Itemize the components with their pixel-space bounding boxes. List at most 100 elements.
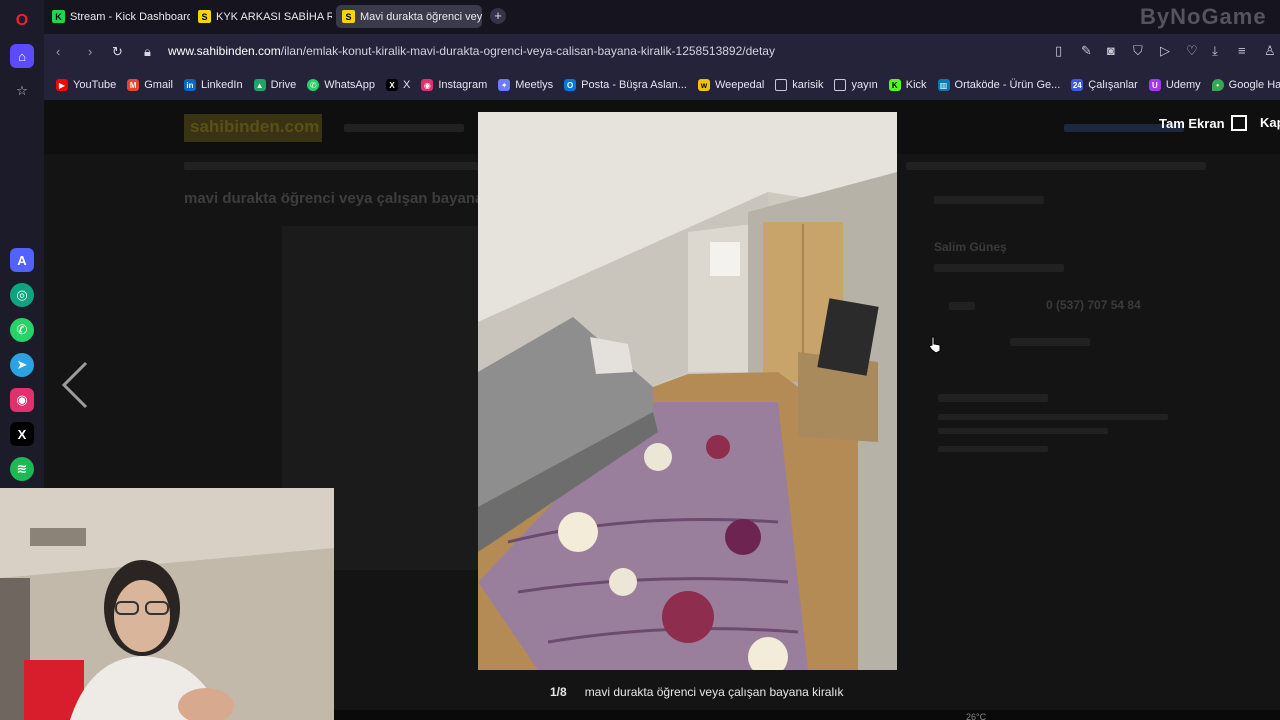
split-view-icon[interactable]: ▯	[1055, 43, 1062, 59]
edit-icon[interactable]: ✎	[1081, 43, 1092, 59]
opera-icon[interactable]: O	[10, 9, 34, 33]
bookmark-karisik[interactable]: karisik	[775, 79, 823, 91]
message-button	[1010, 338, 1090, 346]
safety-link	[938, 446, 1048, 452]
aria-icon[interactable]: A	[10, 248, 34, 272]
bookmark-youtube[interactable]: ▶ YouTube	[56, 79, 116, 91]
bookmark-linkedin[interactable]: in LinkedIn	[183, 79, 243, 91]
url-host: www.sahibinden.com	[168, 44, 281, 58]
telegram-icon[interactable]: ➤	[10, 353, 34, 377]
linkedin-icon: in	[183, 79, 196, 91]
room-photo	[478, 112, 897, 670]
bookmark-label: LinkedIn	[200, 79, 243, 91]
instagram-icon: ◉	[421, 79, 434, 91]
bookmark-label: Kick	[905, 79, 927, 91]
lock-icon: 🔒︎	[144, 44, 151, 59]
header-nav	[344, 124, 464, 132]
bookmark-calisanlar[interactable]: 24 Çalışanlar	[1071, 79, 1138, 91]
bookmark-label: Weepedal	[714, 79, 765, 91]
heart-icon[interactable]: ♡	[1186, 43, 1198, 59]
gmail-icon: M	[127, 79, 140, 91]
bookmark-gmail[interactable]: M Gmail	[127, 79, 173, 91]
fullscreen-button[interactable]: Tam Ekran	[1159, 115, 1247, 131]
bookmark-google-maps[interactable]: • Google Haritalar	[1211, 79, 1280, 91]
brand-watermark: ByNoGame	[1140, 4, 1267, 29]
safety-text	[938, 414, 1168, 420]
listing-meta	[934, 196, 1044, 204]
youtube-icon: ▶	[56, 79, 68, 91]
bookmark-instagram[interactable]: ◉ Instagram	[421, 79, 487, 91]
back-icon[interactable]: ‹	[56, 44, 60, 59]
kick-icon: K	[888, 79, 901, 91]
bookmark-udemy[interactable]: U Udemy	[1148, 79, 1201, 91]
x-icon: X	[385, 79, 398, 91]
star-icon[interactable]: ☆	[10, 79, 34, 103]
camera-icon[interactable]: ◙	[1107, 43, 1115, 58]
forward-icon[interactable]: ›	[88, 44, 92, 59]
bookmark-label: karisik	[792, 79, 824, 91]
tab-label: Stream - Kick Dashboard	[70, 10, 190, 23]
chatgpt-icon[interactable]: ◎	[10, 283, 34, 307]
bookmarks-bar: ▶ YouTube M Gmail in LinkedIn ▲ Drive ✆ Whats…	[44, 70, 1280, 100]
lightbox-caption: 1/8 mavi durakta öğrenci veya çalışan ba…	[550, 685, 843, 699]
calisanlar-icon: 24	[1071, 79, 1084, 91]
bookmark-label: Instagram	[438, 79, 488, 91]
menu-icon[interactable]: ≡	[1238, 43, 1246, 58]
seller-phone[interactable]: 0 (537) 707 54 84	[1046, 298, 1141, 312]
new-tab-button[interactable]: +	[490, 8, 506, 24]
bookmark-label: Meetlys	[515, 79, 554, 91]
bookmark-whatsapp[interactable]: ✆ WhatsApp	[307, 79, 375, 91]
outlook-icon: O	[564, 79, 577, 91]
lightbox-photo[interactable]	[478, 112, 897, 670]
folder-icon	[775, 79, 788, 91]
weather-readout: 26°C	[966, 712, 987, 720]
x-icon[interactable]: X	[10, 422, 34, 446]
tab-label: Mavi durakta öğrenci veya çalışan	[360, 10, 482, 23]
bookmark-posta[interactable]: O Posta - Büşra Aslan...	[564, 79, 687, 91]
bookmark-label: WhatsApp	[324, 79, 375, 91]
sahibinden-icon: S	[342, 10, 355, 23]
seller-name[interactable]: Salim Güneş	[934, 240, 1007, 254]
spotify-icon[interactable]: ≋	[10, 457, 34, 481]
bookmark-kick[interactable]: K Kick	[888, 79, 927, 91]
breadcrumb-right	[906, 162, 1206, 170]
weepedal-icon: w	[697, 79, 710, 91]
tab-kyk-arkasi[interactable]: S KYK ARKASI SABİHA REZİDANS	[192, 5, 332, 28]
reload-icon[interactable]: ↻	[112, 44, 123, 60]
drive-icon: ▲	[253, 79, 266, 91]
bookmark-drive[interactable]: ▲ Drive	[253, 79, 296, 91]
home-icon[interactable]: ⌂	[10, 44, 34, 68]
url-field[interactable]: www.sahibinden.com/ilan/emlak-konut-kira…	[168, 44, 775, 58]
whatsapp-icon[interactable]: ✆	[10, 318, 34, 342]
bookmark-label: Gmail	[144, 79, 173, 91]
webcam-overlay	[0, 488, 334, 720]
bookmark-ortakode[interactable]: ▥ Ortaköde - Ürün Ge...	[937, 79, 1060, 91]
tab-kick-dashboard[interactable]: K Stream - Kick Dashboard	[46, 5, 190, 28]
bookmark-label: Çalışanlar	[1088, 79, 1138, 91]
photo-counter: 1/8	[550, 685, 567, 699]
previous-photo-button[interactable]	[60, 360, 90, 415]
tab-label: KYK ARKASI SABİHA REZİDANS	[216, 10, 332, 23]
tab-mavi-durakta[interactable]: S Mavi durakta öğrenci veya çalışan	[336, 5, 482, 28]
trello-icon: ▥	[937, 79, 950, 91]
bookmark-label: Udemy	[1165, 79, 1201, 91]
maps-icon: •	[1211, 79, 1224, 91]
bookmark-weepedal[interactable]: w Weepedal	[697, 79, 765, 91]
bookmark-label: Posta - Büşra Aslan...	[581, 79, 687, 91]
shield-icon[interactable]: ⛉	[1133, 43, 1143, 59]
bookmark-x[interactable]: XX	[385, 79, 410, 91]
bookmark-meetlys[interactable]: ✦ Meetlys	[498, 79, 553, 91]
chevron-left-icon	[61, 361, 88, 409]
address-bar: ‹ › ↻ 🔒︎ www.sahibinden.com/ilan/emlak-k…	[44, 34, 1280, 70]
folder-icon	[834, 79, 847, 91]
instagram-icon[interactable]: ◉	[10, 388, 34, 412]
download-icon[interactable]: ⤓	[1212, 43, 1218, 59]
kick-icon: K	[52, 10, 65, 23]
streamer-camera	[0, 488, 334, 720]
play-icon[interactable]: ▷	[1160, 43, 1170, 59]
profile-icon[interactable]: ♙	[1264, 43, 1276, 59]
udemy-icon: U	[1148, 79, 1161, 91]
bookmark-yayin[interactable]: yayın	[834, 79, 878, 91]
site-logo[interactable]: sahibinden.com	[184, 114, 322, 142]
close-button[interactable]: Kapat	[1260, 115, 1280, 130]
